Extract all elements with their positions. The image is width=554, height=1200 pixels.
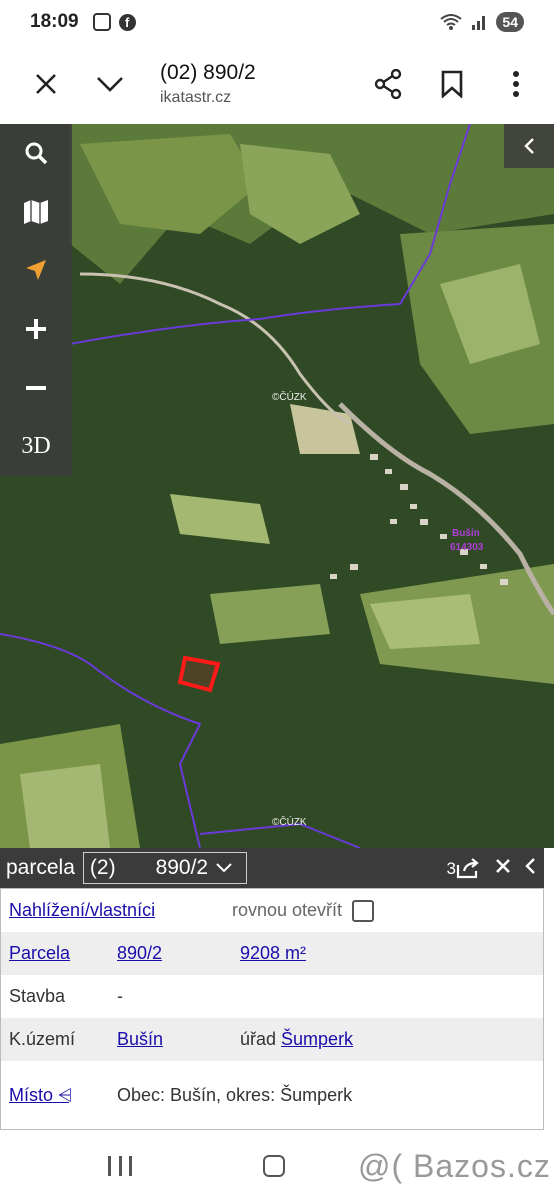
close-panel-button[interactable] <box>496 858 510 878</box>
satellite-map[interactable]: ©ČÚZK ©ČÚZK Bušín 614303 <box>0 124 554 848</box>
map-place-label: Bušín <box>452 528 480 539</box>
parcela-link[interactable]: Parcela <box>1 943 117 964</box>
row-parcela: Parcela 890/2 9208 m² <box>1 932 543 975</box>
chevron-down-icon <box>216 863 232 873</box>
home-button[interactable] <box>263 1155 285 1177</box>
page-titles[interactable]: (02) 890/2 ikatastr.cz <box>160 61 256 107</box>
close-button[interactable] <box>14 52 78 116</box>
map-controls: 3D <box>0 124 72 476</box>
share-count: 3 <box>446 859 456 878</box>
minus-icon <box>26 385 46 390</box>
parcel-select-value: 890/2 <box>155 856 209 879</box>
screenshot-icon <box>92 13 111 31</box>
facebook-icon: f <box>118 13 136 31</box>
custom-tab-toolbar: (02) 890/2 ikatastr.cz <box>0 44 554 124</box>
row-stavba: Stavba - <box>1 975 543 1018</box>
misto-link[interactable]: Místo ⩤ <box>1 1085 117 1106</box>
more-vert-icon <box>513 71 519 97</box>
bookmark-button[interactable] <box>420 52 484 116</box>
row-misto: Místo ⩤ Obec: Bušín, okres: Šumperk <box>1 1061 543 1129</box>
row-nahlizeni: Nahlížení/vlastníci rovnou otevřít <box>1 889 543 932</box>
ku-value-link[interactable]: Bušín <box>117 1029 240 1050</box>
chevron-left-icon <box>525 857 535 874</box>
share-arrow-icon <box>456 858 479 879</box>
misto-value: Obec: Bušín, okres: Šumperk <box>117 1084 353 1105</box>
close-icon <box>36 74 56 94</box>
parcel-panel-header: parcela (2) 890/2 3 <box>0 848 544 888</box>
parcel-select-prefix: (2) <box>89 856 116 879</box>
parcel-label: parcela <box>6 856 75 879</box>
row-kuzemi: K.území Bušín úřad Šumperk <box>1 1018 543 1061</box>
search-button[interactable] <box>0 124 72 183</box>
map-icon <box>24 199 48 224</box>
minimize-panel-button[interactable] <box>524 857 536 880</box>
parcel-info-panel: Nahlížení/vlastníci rovnou otevřít Parce… <box>0 888 544 1130</box>
status-time: 18:09 <box>30 11 79 32</box>
location-arrow-icon <box>26 260 46 281</box>
selected-parcel-outline[interactable] <box>177 655 221 693</box>
recent-apps-button[interactable] <box>108 1156 132 1176</box>
locate-button[interactable] <box>0 241 72 300</box>
stavba-label: Stavba <box>9 986 66 1006</box>
page-url: ikatastr.cz <box>160 89 232 106</box>
close-icon <box>496 858 510 873</box>
chevron-left-icon <box>524 138 534 154</box>
collapse-panel-button[interactable] <box>504 124 554 168</box>
wifi-icon <box>440 14 463 30</box>
rovnou-checkbox[interactable] <box>352 899 375 922</box>
share-icon <box>374 69 402 99</box>
parcel-select[interactable]: (2) 890/2 <box>82 852 247 884</box>
bookmark-icon <box>441 70 463 98</box>
urad-label: úřad <box>240 1029 277 1049</box>
chevron-down-icon <box>97 77 123 92</box>
nahlizeni-link[interactable]: Nahlížení/vlastníci <box>1 900 232 921</box>
ku-label: K.území <box>9 1029 76 1049</box>
signal-icon <box>472 16 486 30</box>
search-icon <box>25 142 48 165</box>
zoom-in-button[interactable] <box>0 300 72 359</box>
parcela-value-link[interactable]: 890/2 <box>117 943 240 964</box>
stavba-value: - <box>117 986 123 1006</box>
3d-button[interactable]: 3D <box>0 417 72 476</box>
status-bar: 18:09 f 54 <box>0 0 554 44</box>
parcela-area-link[interactable]: 9208 m² <box>240 943 306 964</box>
map-layers-button[interactable] <box>0 183 72 242</box>
share-button[interactable] <box>356 52 420 116</box>
rovnou-label: rovnou otevřít <box>232 900 343 920</box>
map-copyright-bottom: ©ČÚZK <box>272 817 307 828</box>
page-title: (02) 890/2 <box>160 61 256 84</box>
map-copyright-top: ©ČÚZK <box>272 392 307 403</box>
map-imagery <box>0 124 554 848</box>
3d-label: 3D <box>21 432 51 459</box>
bazos-watermark: @( Bazos.cz <box>358 1148 551 1184</box>
map-place-code: 614303 <box>450 542 484 553</box>
plus-icon <box>26 319 46 340</box>
menu-button[interactable] <box>484 52 548 116</box>
zoom-out-button[interactable] <box>0 358 72 417</box>
share-parcel-button[interactable]: 3 <box>447 857 482 879</box>
urad-value-link[interactable]: Šumperk <box>281 1029 353 1050</box>
battery-icon: 54 <box>496 12 524 32</box>
expand-button[interactable] <box>78 52 142 116</box>
